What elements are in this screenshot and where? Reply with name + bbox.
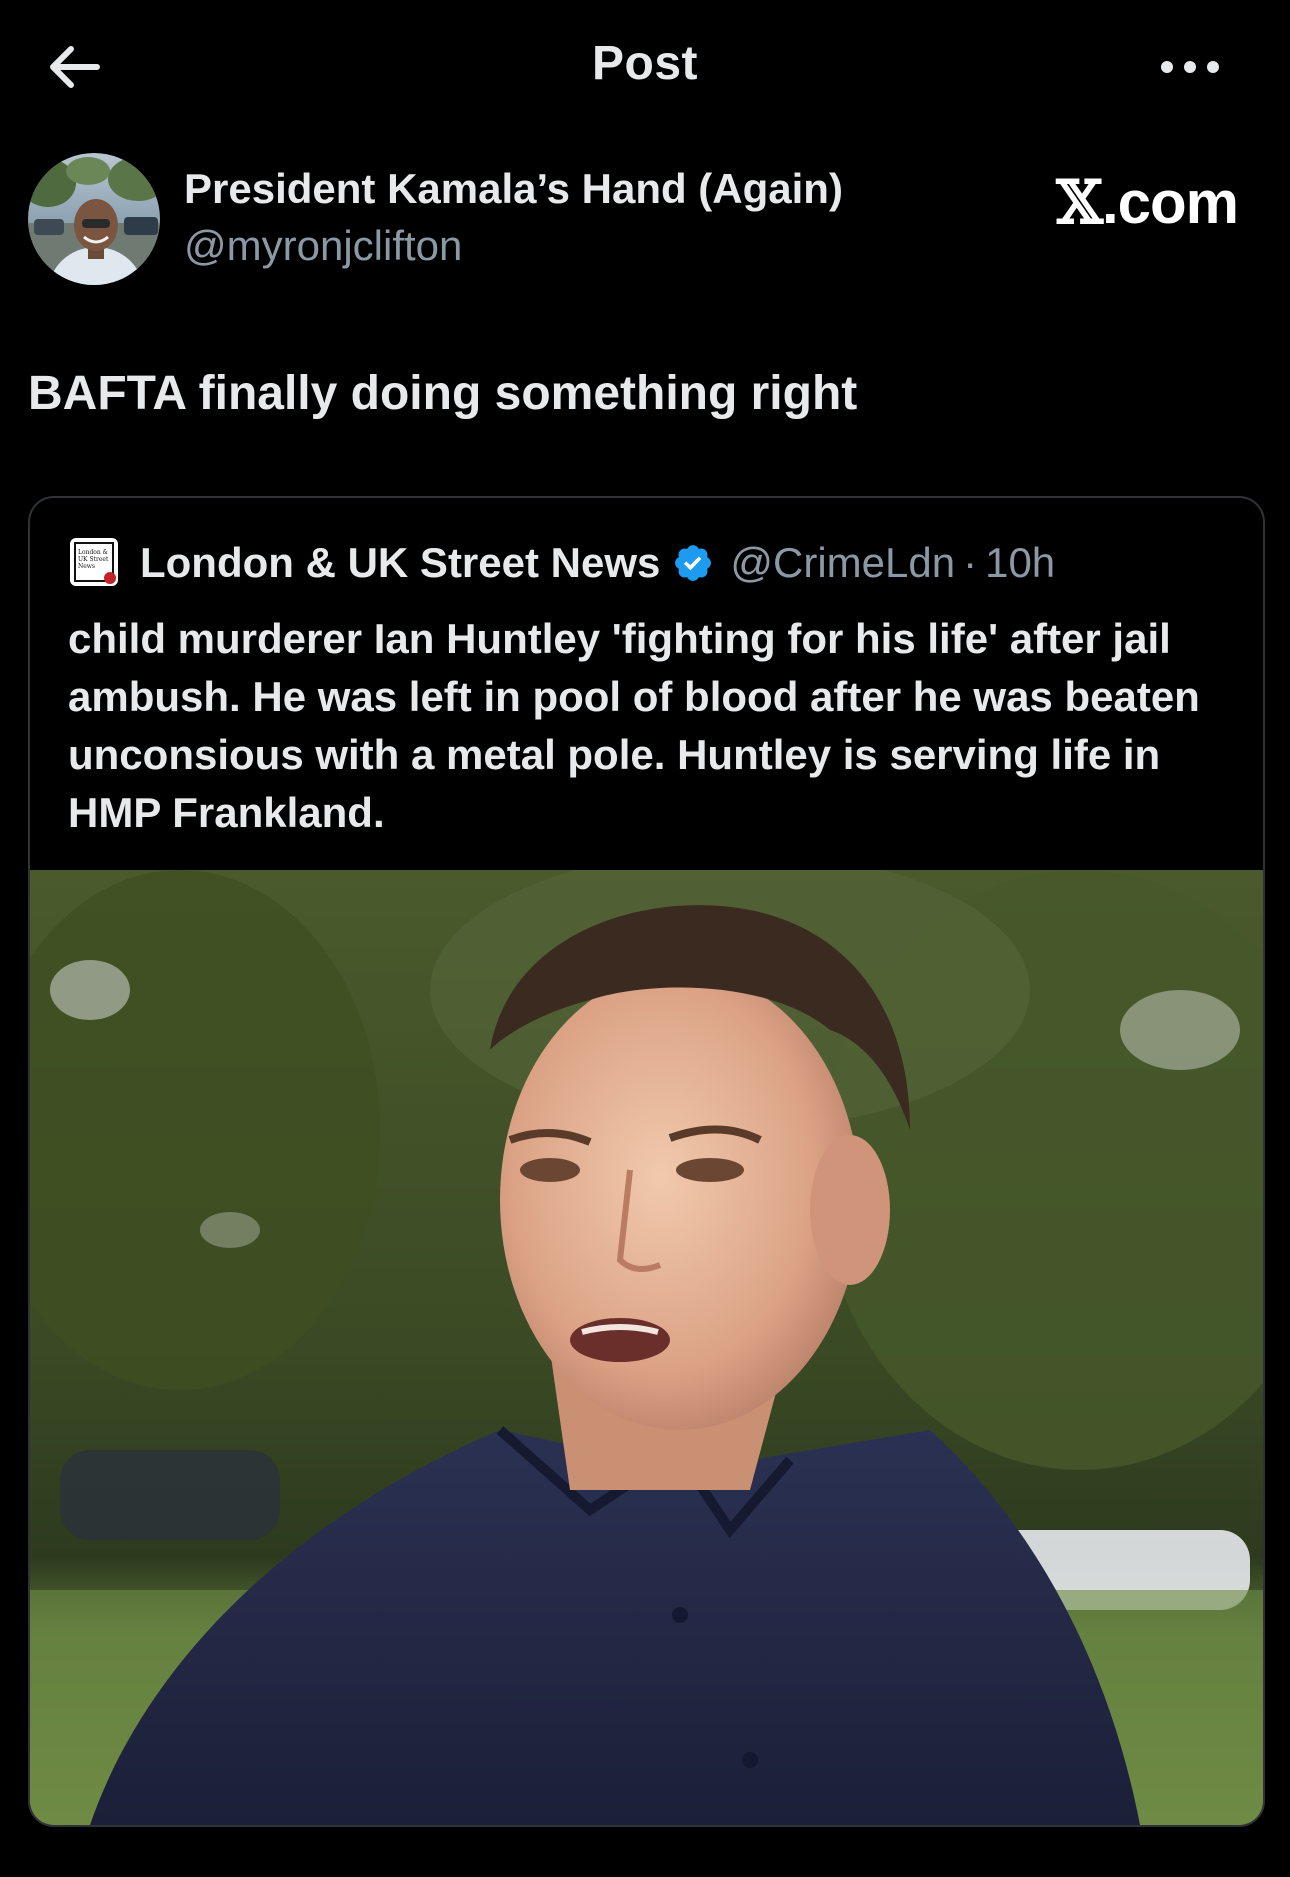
x-com-suffix: .com	[1101, 169, 1239, 236]
avatar-photo	[28, 153, 160, 285]
verified-badge-icon	[672, 542, 714, 584]
author-name[interactable]: President Kamala’s Hand (Again)	[184, 165, 843, 213]
author-handle[interactable]: @myronjclifton	[184, 222, 462, 270]
more-options-button[interactable]	[1150, 44, 1230, 90]
quoted-post-image[interactable]	[30, 870, 1263, 1825]
quoted-post-card[interactable]: London & UK Street News London & UK Stre…	[28, 496, 1265, 1827]
x-com-watermark: 𝕏.com	[1056, 168, 1239, 238]
logo-line: London &	[78, 549, 109, 556]
more-horizontal-icon	[1161, 61, 1219, 73]
quoted-author-avatar[interactable]: London & UK Street News	[70, 538, 118, 586]
header-separator: ·	[963, 539, 978, 586]
x-logo: 𝕏	[1056, 168, 1103, 238]
quoted-author-handle[interactable]: @CrimeLdn	[730, 539, 955, 587]
logo-line: News	[78, 563, 96, 570]
page-title: Post	[591, 37, 698, 90]
logo-line: UK Street	[78, 556, 109, 563]
logo-red-dot	[104, 572, 116, 584]
author-avatar[interactable]	[28, 153, 160, 285]
quoted-post-time[interactable]: 10h	[985, 539, 1055, 587]
top-bar: Post	[0, 0, 1290, 130]
quoted-post-header: London & UK Street News @CrimeLdn · 10h	[140, 538, 1055, 588]
post-text: BAFTA finally doing something right	[28, 367, 858, 420]
quoted-author-name[interactable]: London & UK Street News	[140, 539, 660, 587]
quoted-post-text: child murderer Ian Huntley 'fighting for…	[68, 615, 1200, 836]
photo-man-outdoors	[30, 870, 1263, 1825]
